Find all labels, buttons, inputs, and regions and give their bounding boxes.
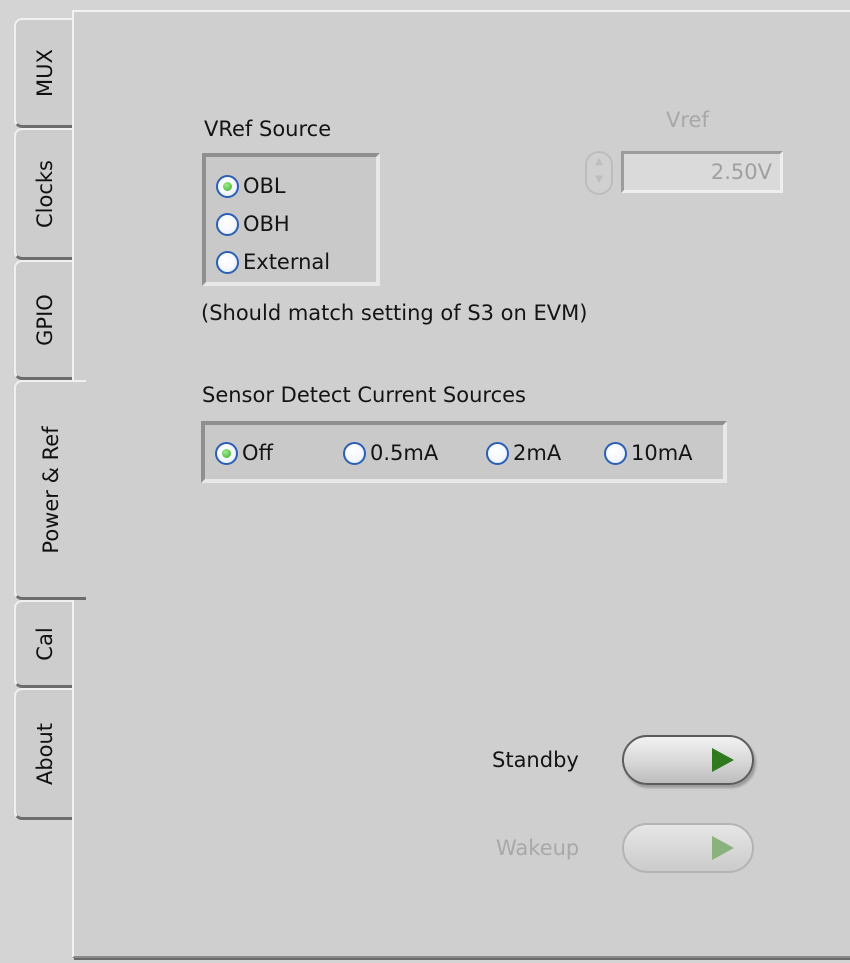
standby-label: Standby	[492, 748, 579, 772]
radio-10ma-indicator	[604, 441, 627, 465]
tab-power-ref-label: Power & Ref	[39, 425, 63, 554]
tab-mux[interactable]: MUX	[14, 18, 74, 128]
vref-control: ▲ ▼ 2.50V	[585, 147, 785, 199]
sensor-detect-title: Sensor Detect Current Sources	[202, 383, 526, 407]
radio-2ma[interactable]: 2mA	[486, 438, 561, 468]
tab-about-label: About	[33, 722, 57, 785]
tab-mux-label: MUX	[33, 48, 57, 97]
tab-cal-label: Cal	[33, 626, 57, 661]
radio-0-5ma-label: 0.5mA	[370, 441, 439, 465]
sensor-detect-group: Off 0.5mA 2mA 10mA	[201, 421, 727, 483]
vref-value-field[interactable]: 2.50V	[621, 151, 783, 193]
tab-power-ref[interactable]: Power & Ref	[14, 380, 86, 600]
radio-external-indicator	[216, 250, 239, 274]
tab-gpio-label: GPIO	[33, 293, 57, 346]
wakeup-label: Wakeup	[496, 836, 580, 860]
radio-external-label: External	[243, 250, 331, 274]
tab-gpio[interactable]: GPIO	[14, 260, 74, 380]
wakeup-button[interactable]	[622, 823, 754, 873]
radio-off-label: Off	[242, 441, 273, 465]
play-icon	[712, 836, 734, 860]
standby-button[interactable]	[622, 735, 754, 785]
vref-source-title: VRef Source	[204, 117, 332, 141]
radio-obl-label: OBL	[243, 174, 286, 198]
radio-off-indicator	[215, 441, 238, 465]
radio-0-5ma-indicator	[343, 441, 366, 465]
radio-0-5ma[interactable]: 0.5mA	[343, 438, 438, 468]
tab-clocks-label: Clocks	[33, 159, 57, 228]
radio-external[interactable]: External	[216, 247, 330, 277]
radio-obh-indicator	[216, 212, 239, 236]
radio-10ma[interactable]: 10mA	[604, 438, 693, 468]
radio-obh[interactable]: OBH	[216, 209, 290, 239]
radio-off[interactable]: Off	[215, 438, 273, 468]
tab-about[interactable]: About	[14, 688, 74, 820]
radio-obh-label: OBH	[243, 212, 290, 236]
tab-clocks[interactable]: Clocks	[14, 128, 74, 260]
radio-2ma-label: 2mA	[513, 441, 562, 465]
vref-spinner[interactable]: ▲ ▼	[585, 151, 613, 195]
vref-source-note: (Should match setting of S3 on EVM)	[201, 301, 588, 325]
tab-cal[interactable]: Cal	[14, 600, 74, 688]
radio-10ma-label: 10mA	[631, 441, 693, 465]
radio-2ma-indicator	[486, 441, 509, 465]
radio-obl-indicator	[216, 174, 239, 198]
radio-obl[interactable]: OBL	[216, 171, 286, 201]
vref-label: Vref	[666, 108, 709, 132]
play-icon	[712, 748, 734, 772]
vref-source-group: OBL OBH External	[202, 153, 380, 286]
